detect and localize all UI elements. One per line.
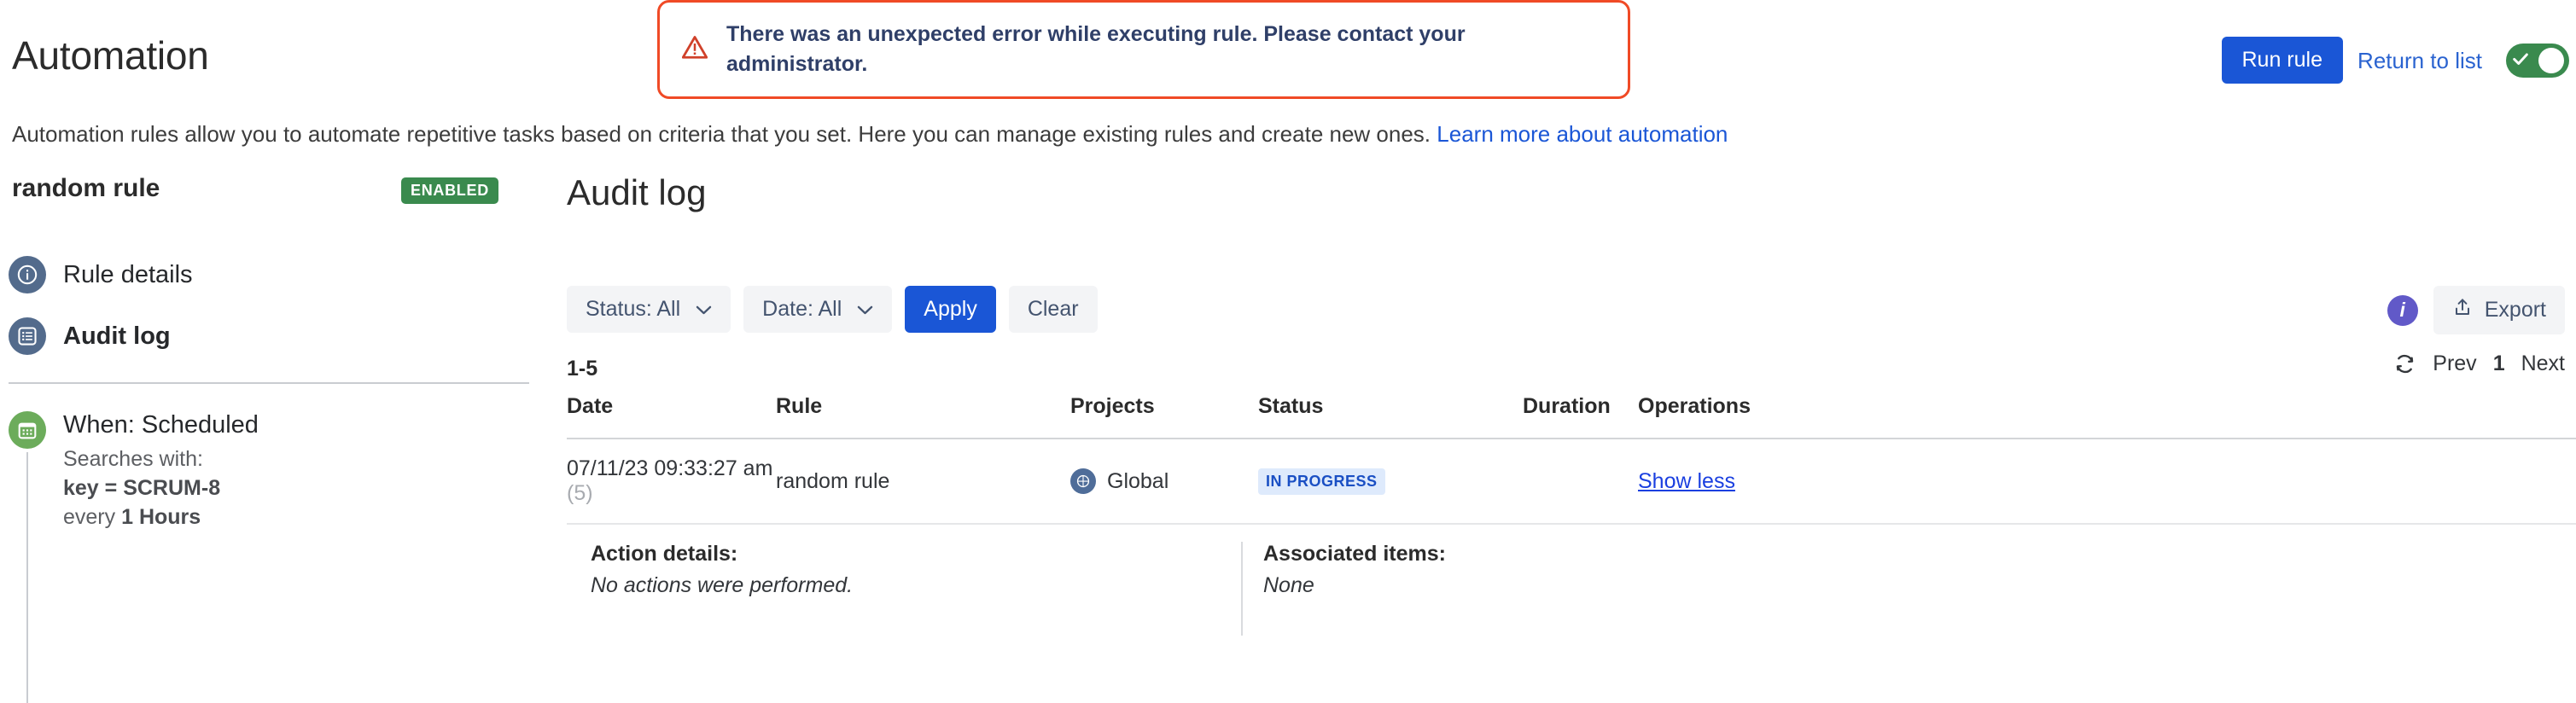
error-banner: There was an unexpected error while exec… xyxy=(657,0,1630,99)
date-filter-label: Date: All xyxy=(762,297,842,321)
associated-items-label: Associated items: xyxy=(1263,542,1446,566)
automation-page: Automation There was an unexpected error… xyxy=(0,0,2576,703)
action-details-block: Action details: No actions were performe… xyxy=(567,542,1241,636)
table-row[interactable]: 07/11/23 09:33:27 am (5) random rule Glo… xyxy=(567,439,2576,525)
trigger-every-value: 1 Hours xyxy=(121,505,201,529)
cell-status: IN PROGRESS xyxy=(1258,439,1523,525)
rule-name: random rule xyxy=(12,174,160,202)
column-header-rule: Rule xyxy=(776,394,1070,439)
row-date: 07/11/23 09:33:27 am xyxy=(567,456,773,480)
learn-more-link[interactable]: Learn more about automation xyxy=(1437,121,1728,147)
info-icon[interactable]: i xyxy=(2387,294,2418,326)
audit-log-table: Date Rule Projects Status Duration Opera… xyxy=(567,394,2576,653)
cell-duration xyxy=(1523,439,1638,525)
error-message: There was an unexpected error while exec… xyxy=(726,21,1466,77)
refresh-icon[interactable] xyxy=(2393,352,2416,375)
table-header-row: Date Rule Projects Status Duration Opera… xyxy=(567,394,2576,439)
column-header-duration: Duration xyxy=(1523,394,1638,439)
sidebar-item-rule-details[interactable]: Rule details xyxy=(9,256,193,293)
sidebar-item-audit-log[interactable]: Audit log xyxy=(9,317,171,355)
page-title: Automation xyxy=(12,33,209,78)
next-page-button[interactable]: Next xyxy=(2521,352,2565,376)
trigger-block[interactable]: When: Scheduled Searches with: key = SCR… xyxy=(9,411,259,532)
run-rule-button[interactable]: Run rule xyxy=(2221,37,2343,84)
toggle-knob xyxy=(2538,48,2564,73)
column-header-status: Status xyxy=(1258,394,1523,439)
chevron-down-icon xyxy=(696,297,712,322)
panel-title: Audit log xyxy=(567,172,707,212)
rule-sidebar: random rule ENABLED Rule details Audit l… xyxy=(0,162,546,703)
column-header-date: Date xyxy=(567,394,776,439)
action-details-label: Action details: xyxy=(591,542,738,566)
trigger-query: key = SCRUM-8 xyxy=(63,476,221,500)
calendar-icon xyxy=(9,411,46,449)
apply-button[interactable]: Apply xyxy=(905,286,996,333)
check-icon xyxy=(2511,49,2530,73)
action-details-value: No actions were performed. xyxy=(591,573,854,597)
status-filter-dropdown[interactable]: Status: All xyxy=(567,286,731,333)
export-button[interactable]: Export xyxy=(2433,286,2565,334)
status-badge: ENABLED xyxy=(401,177,498,204)
cell-projects: Global xyxy=(1070,439,1258,525)
trigger-every-prefix: every xyxy=(63,505,122,529)
page-description: Automation rules allow you to automate r… xyxy=(12,121,1728,148)
associated-items-block: Associated items: None xyxy=(1241,542,1446,636)
chevron-down-icon xyxy=(857,297,873,322)
globe-icon xyxy=(1070,468,1096,494)
date-filter-dropdown[interactable]: Date: All xyxy=(743,286,893,333)
cell-rule: random rule xyxy=(776,439,1070,525)
list-icon xyxy=(9,317,46,355)
row-date-count: (5) xyxy=(567,481,593,505)
info-circle-icon xyxy=(9,256,46,293)
status-badge: IN PROGRESS xyxy=(1258,468,1385,495)
share-upload-icon xyxy=(2452,297,2473,323)
associated-items-value: None xyxy=(1263,573,1314,597)
expanded-detail-cell: Action details: No actions were performe… xyxy=(567,524,2576,653)
result-range: 1-5 xyxy=(567,357,598,381)
sidebar-divider xyxy=(9,382,529,384)
trigger-title: When: Scheduled xyxy=(63,411,259,439)
return-to-list-link[interactable]: Return to list xyxy=(2357,48,2482,74)
show-less-link[interactable]: Show less xyxy=(1638,469,1735,493)
column-header-projects: Projects xyxy=(1070,394,1258,439)
warning-icon xyxy=(681,35,708,65)
column-header-operations: Operations xyxy=(1638,394,2576,439)
export-label: Export xyxy=(2484,298,2546,322)
sidebar-item-label: Rule details xyxy=(63,260,193,288)
filter-bar: Status: All Date: All Apply Clear xyxy=(567,286,1098,333)
trigger-searches-label: Searches with: xyxy=(63,447,203,471)
sidebar-item-label: Audit log xyxy=(63,322,171,350)
cell-date: 07/11/23 09:33:27 am (5) xyxy=(567,439,776,525)
audit-log-toolbar: i Export xyxy=(2387,286,2565,334)
page-description-text: Automation rules allow you to automate r… xyxy=(12,121,1431,147)
status-filter-label: Status: All xyxy=(586,297,681,321)
current-page[interactable]: 1 xyxy=(2493,352,2505,376)
row-project: Global xyxy=(1107,468,1169,493)
expanded-detail-row: Action details: No actions were performe… xyxy=(567,524,2576,653)
cell-operations: Show less xyxy=(1638,439,2576,525)
prev-page-button[interactable]: Prev xyxy=(2433,352,2476,376)
pagination: Prev 1 Next xyxy=(2393,352,2565,376)
rule-enabled-toggle[interactable] xyxy=(2506,44,2569,78)
clear-button[interactable]: Clear xyxy=(1008,286,1098,333)
